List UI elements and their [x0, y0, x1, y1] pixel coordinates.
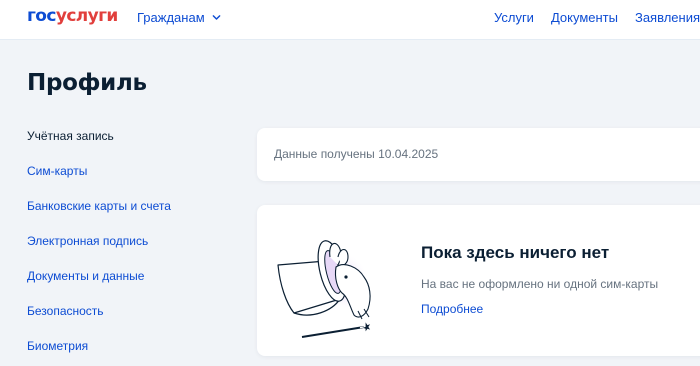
sidebar-item-documents[interactable]: Документы и данные [27, 268, 227, 303]
sidebar-item-account[interactable]: Учётная запись [27, 128, 227, 163]
sidebar-item-bank-cards[interactable]: Банковские карты и счета [27, 198, 227, 233]
logo-part-gos: гос [27, 6, 56, 26]
more-info-link[interactable]: Подробнее [421, 302, 483, 316]
data-received-text: Данные получены 10.04.2025 [274, 147, 439, 161]
empty-state-card: Пока здесь ничего нет На вас не оформлен… [257, 205, 700, 356]
top-header: госуслуги Гражданам Услуги Документы Зая… [0, 0, 700, 40]
empty-state-title: Пока здесь ничего нет [421, 243, 610, 262]
sidebar-item-biometrics[interactable]: Биометрия [27, 338, 227, 366]
empty-state-subtitle: На вас не оформлено ни одной сим-карты [421, 277, 659, 291]
gosuslugi-logo[interactable]: госуслуги [27, 6, 118, 26]
page-title: Профиль [27, 70, 147, 96]
empty-hat-illustration [277, 240, 371, 338]
sidebar-item-e-signature[interactable]: Электронная подпись [27, 233, 227, 268]
nav-link-services[interactable]: Услуги [494, 10, 534, 25]
nav-link-documents[interactable]: Документы [551, 10, 618, 25]
logo-part-uslugi: услуги [55, 6, 118, 26]
data-received-card: Данные получены 10.04.2025 [257, 128, 700, 181]
sidebar-item-sim-cards[interactable]: Сим-карты [27, 163, 227, 198]
nav-link-applications[interactable]: Заявления [635, 10, 700, 25]
chevron-down-icon [212, 15, 221, 20]
top-nav: Услуги Документы Заявления [494, 10, 700, 25]
profile-sidebar: Учётная запись Сим-карты Банковские карт… [27, 128, 227, 366]
sidebar-item-security[interactable]: Безопасность [27, 303, 227, 338]
audience-label: Гражданам [137, 10, 205, 25]
audience-dropdown[interactable]: Гражданам [137, 10, 221, 25]
